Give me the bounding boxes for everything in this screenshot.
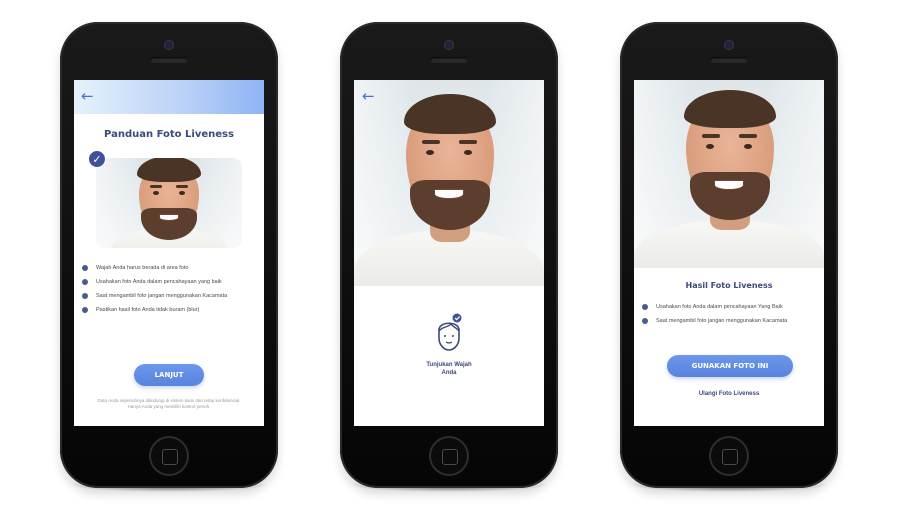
bullet-icon	[642, 318, 648, 324]
speaker-grille	[430, 57, 468, 63]
use-photo-button[interactable]: GUNAKAN FOTO INI	[667, 355, 793, 377]
retake-photo-link[interactable]: Ulangi Foto Liveness	[634, 391, 824, 397]
speaker-grille	[150, 57, 188, 63]
list-item: Wajah Anda harus berada di area foto	[82, 265, 258, 272]
home-button[interactable]	[429, 436, 469, 476]
face-outline-icon	[438, 313, 462, 351]
guide-screen: ← Panduan Foto Liveness ✓ Wajah Anda har…	[74, 80, 264, 426]
front-camera	[725, 41, 733, 49]
list-item: Usahakan foto Anda dalam pencahayaan yan…	[82, 279, 258, 286]
home-button[interactable]	[709, 436, 749, 476]
bullet-icon	[642, 304, 648, 310]
front-camera	[165, 41, 173, 49]
continue-button[interactable]: LANJUT	[134, 364, 204, 386]
front-camera	[445, 41, 453, 49]
phone-guide: ← Panduan Foto Liveness ✓ Wajah Anda har…	[60, 22, 278, 488]
arrow-left-icon[interactable]: ←	[81, 89, 97, 104]
guide-instructions-list: Wajah Anda harus berada di area foto Usa…	[82, 265, 258, 321]
check-circle-icon: ✓	[88, 150, 106, 168]
home-button[interactable]	[149, 436, 189, 476]
speaker-grille	[710, 57, 748, 63]
header-bar: ←	[74, 80, 264, 114]
arrow-left-icon[interactable]: ←	[362, 89, 375, 104]
sample-face-photo	[96, 158, 242, 248]
page-title: Panduan Foto Liveness	[104, 129, 234, 140]
bullet-icon	[82, 265, 88, 271]
captured-photo	[634, 80, 824, 268]
list-item: Saat mengambil foto jangan menggunakan K…	[642, 318, 818, 325]
bullet-icon	[82, 293, 88, 299]
camera-preview	[354, 80, 544, 286]
capture-instruction: Tunjukan Wajah Anda	[426, 362, 472, 376]
phone-capture: ← Tunjukan Wajah Anda	[340, 22, 558, 488]
list-item: Usahakan foto Anda dalam pencahayaan Yan…	[642, 304, 818, 311]
capture-screen: ← Tunjukan Wajah Anda	[354, 80, 544, 426]
phone-result: Hasil Foto Liveness Usahakan foto Anda d…	[620, 22, 838, 488]
result-title: Hasil Foto Liveness	[685, 281, 773, 290]
list-item: Pastikan hasil foto Anda tidak buram (bl…	[82, 307, 258, 314]
result-notes-list: Usahakan foto Anda dalam pencahayaan Yan…	[642, 304, 818, 332]
list-item: Saat mengambil foto jangan menggunakan K…	[82, 293, 258, 300]
bullet-icon	[82, 307, 88, 313]
result-screen: Hasil Foto Liveness Usahakan foto Anda d…	[634, 80, 824, 426]
bullet-icon	[82, 279, 88, 285]
privacy-note: Data Anda sepenuhnya dilindungi di siste…	[97, 398, 241, 409]
